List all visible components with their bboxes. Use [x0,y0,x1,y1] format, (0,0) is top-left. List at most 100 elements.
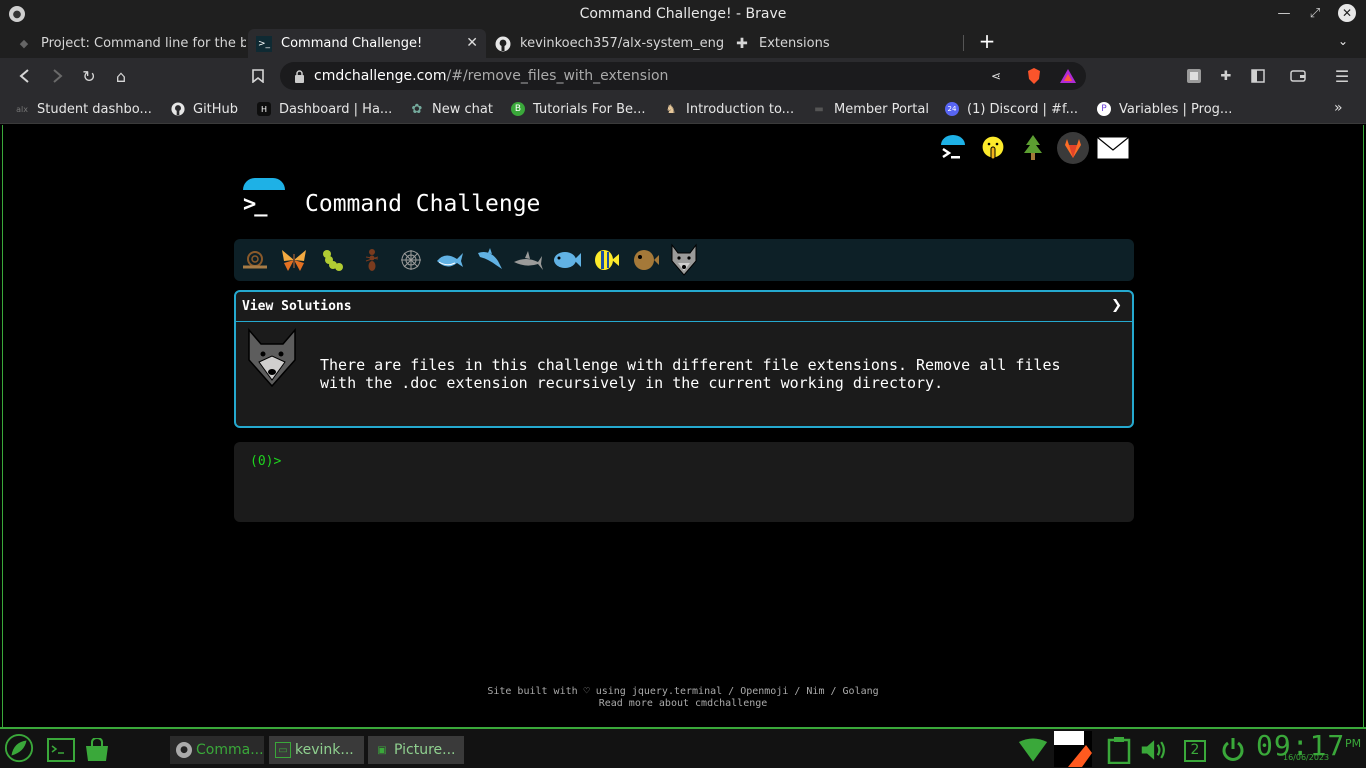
bookmark-github[interactable]: GitHub [171,100,238,118]
reload-button[interactable]: ↻ [79,66,99,86]
power-icon[interactable] [1218,735,1248,765]
clipboard-icon[interactable] [1104,735,1134,765]
taskbar-item-terminal[interactable]: ▭ kevink... [269,736,364,764]
page-footer: Site built with ♡ using jquery.terminal … [0,686,1366,710]
bookmark-variables[interactable]: P Variables | Prog... [1097,100,1232,118]
clock-date: 16/06/2023 [1283,753,1330,762]
brave-shields-icon[interactable] [1026,68,1042,84]
close-window-button[interactable]: ✕ [1338,4,1356,22]
cmdchallenge-icon[interactable] [936,131,970,165]
url-host: cmdchallenge.com [314,68,447,84]
bookmark-button[interactable] [248,66,268,86]
tab-strip: ◆ Project: Command line for the beginner… [0,27,1366,58]
extension-icon[interactable] [1185,67,1203,85]
shush-face-icon[interactable] [976,131,1010,165]
shark-icon[interactable] [511,243,545,277]
forward-button[interactable] [47,66,67,86]
tab-github-repo[interactable]: kevinkoech357/alx-system_engineering-dev… [487,29,725,58]
logo-cap-icon [243,178,285,190]
screen: ● Command Challenge! - Brave — ⤢ ✕ ◆ Pro… [0,0,1366,768]
volume-icon[interactable] [1140,735,1170,765]
footer-credits: Site built with ♡ using jquery.terminal … [487,686,879,697]
bookmark-student-dashboard[interactable]: alx Student dashbo... [15,100,152,118]
extensions-puzzle-icon[interactable]: ✚ [1217,67,1235,85]
mail-icon[interactable] [1096,131,1130,165]
puzzle-icon: ✚ [736,35,748,52]
new-tab-button[interactable]: + [976,29,998,53]
minimize-button[interactable]: — [1275,4,1293,22]
spider-web-icon[interactable] [394,243,428,277]
challenge-panel: View Solutions ❯ There are files in this… [234,290,1134,428]
github-icon [171,102,185,116]
blowfish-icon[interactable] [628,243,662,277]
read-more-link[interactable]: Read more about cmdchallenge [0,698,1366,710]
wifi-icon[interactable] [1018,735,1048,765]
home-button[interactable]: ⌂ [111,66,131,86]
tab-label: Command Challenge! [281,36,423,51]
portal-icon: ▬ [814,103,824,115]
bookmark-label: Introduction to... [686,101,795,117]
close-tab-icon[interactable]: ✕ [466,35,478,51]
url-text: cmdchallenge.com/#/remove_files_with_ext… [314,68,668,84]
bookmark-discord[interactable]: 24 (1) Discord | #f... [945,100,1078,118]
taskbar-item-browser[interactable]: ● Comma... [170,736,264,764]
more-bookmarks-icon[interactable]: » [1334,100,1343,116]
chevron-right-icon: ❯ [1111,298,1122,313]
bookmark-member-portal[interactable]: ▬ Member Portal [812,100,929,118]
tab-extensions[interactable]: ✚ Extensions [726,29,964,58]
description-line: with the .doc extension recursively in t… [320,374,944,392]
bookmark-label: (1) Discord | #f... [967,101,1078,117]
workspace-switcher[interactable]: 2 [1180,735,1210,765]
butterfly-icon[interactable] [277,243,311,277]
ant-icon[interactable] [355,243,389,277]
tab-search-chevron-icon[interactable]: ⌄ [1334,32,1352,50]
address-bar[interactable]: cmdchallenge.com/#/remove_files_with_ext… [280,62,1086,90]
lock-icon[interactable] [293,69,305,83]
back-button[interactable] [15,66,35,86]
tropical-fish-icon[interactable] [589,243,623,277]
window-title: Command Challenge! - Brave [579,5,787,22]
llama-icon: ♞ [665,102,677,116]
bookmark-hackerrank[interactable]: H Dashboard | Ha... [257,100,392,118]
tab-alx-project[interactable]: ◆ Project: Command line for the beginner… [8,29,246,58]
app-menu-icon[interactable] [4,733,34,763]
wolf-icon[interactable] [667,243,701,277]
bookmark-introduction[interactable]: ♞ Introduction to... [664,100,794,118]
brave-rewards-icon[interactable] [1060,68,1076,84]
gitlab-icon[interactable] [1056,131,1090,165]
clock-ampm: PM [1345,737,1362,750]
bookmark-label: Variables | Prog... [1119,101,1233,117]
brave-icon: ● [176,742,192,758]
terminal-favicon-icon: >_ [256,35,272,52]
task-label: Comma... [196,742,264,758]
screenshot-thumbnail-icon[interactable] [1054,731,1092,767]
wallet-icon[interactable] [1289,67,1307,85]
sidebar-toggle-icon[interactable] [1249,67,1267,85]
caterpillar-icon[interactable] [316,243,350,277]
store-launcher-icon[interactable] [82,735,112,765]
fish-icon[interactable] [550,243,584,277]
brand-title[interactable]: Command Challenge [305,191,540,217]
task-label: kevink... [295,742,354,758]
bookmark-new-chat[interactable]: ✿ New chat [410,100,493,118]
prog-icon: P [1097,102,1111,116]
taskbar-item-pictures[interactable]: ▣ Picture... [368,736,464,764]
share-icon[interactable]: ⋖ [988,68,1004,84]
maximize-button[interactable]: ⤢ [1306,4,1324,22]
tab-command-challenge[interactable]: >_ Command Challenge! ✕ [248,29,486,58]
view-solutions-toggle[interactable]: View Solutions ❯ [236,292,1132,322]
alx-favicon-icon: ◆ [19,37,29,50]
logo-prompt: >_ [243,192,267,217]
whale-icon[interactable] [433,243,467,277]
tree-icon[interactable] [1016,131,1050,165]
tab-separator [963,35,964,51]
challenge-description: There are files in this challenge with d… [320,356,1110,392]
terminal-launcher-icon[interactable] [46,735,76,765]
main-menu-icon[interactable]: ☰ [1333,67,1351,86]
terminal[interactable]: (0)> [234,442,1134,522]
window-menu-icon[interactable]: ● [9,6,25,22]
dolphin-icon[interactable] [472,243,506,277]
bookmark-tutorials[interactable]: B Tutorials For Be... [511,100,645,118]
terminal-cursor [286,454,294,469]
snail-icon[interactable] [238,243,272,277]
